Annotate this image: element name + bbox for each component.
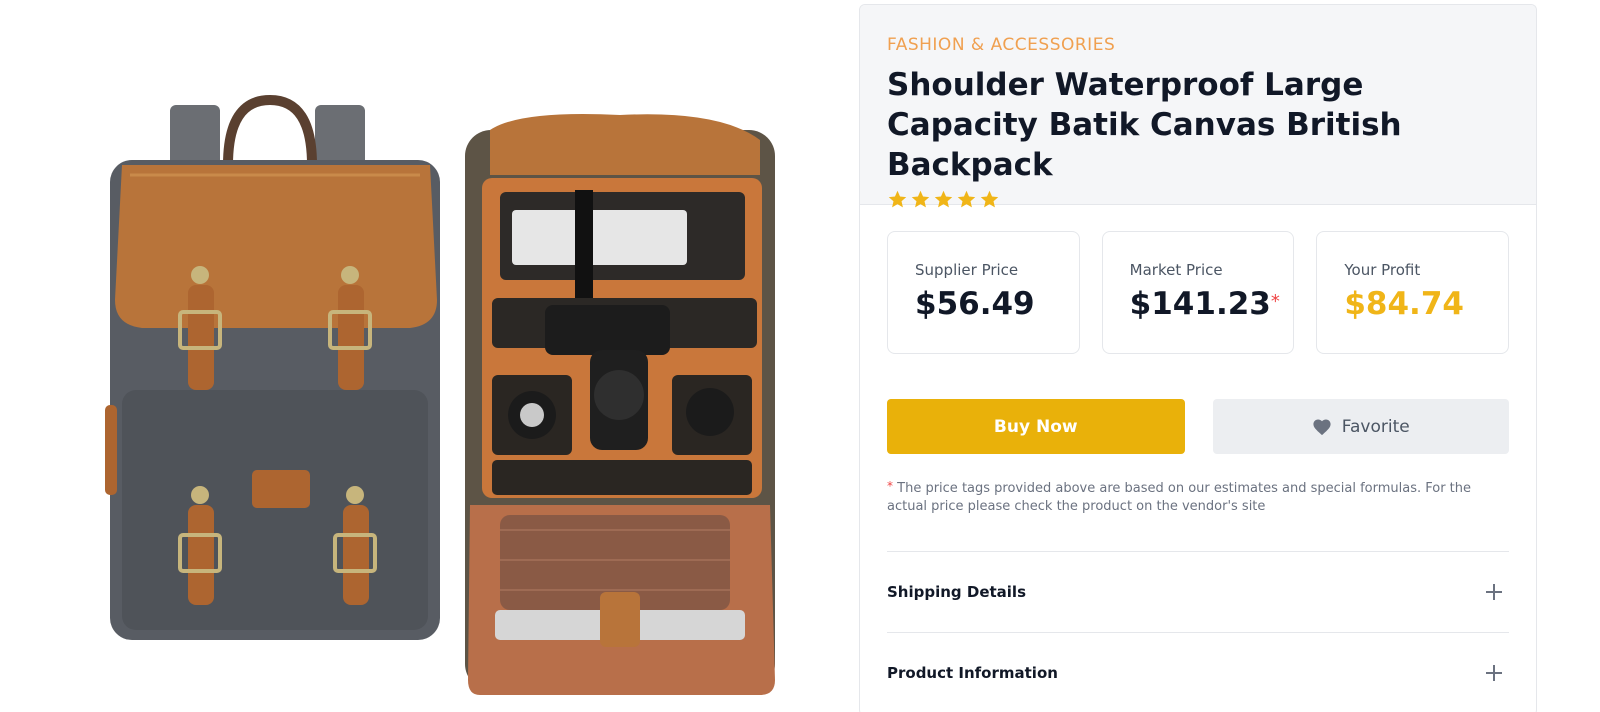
profit-card: Your Profit $84.74 bbox=[1316, 231, 1510, 354]
favorite-label: Favorite bbox=[1341, 416, 1410, 437]
heart-icon bbox=[1313, 418, 1331, 435]
disclaimer-text: The price tags provided above are based … bbox=[887, 481, 1472, 514]
plus-icon[interactable] bbox=[1485, 583, 1503, 601]
market-price-asterisk: * bbox=[1270, 291, 1280, 312]
star-icon bbox=[980, 190, 999, 208]
star-icon bbox=[911, 190, 930, 208]
backpack-illustration bbox=[105, 94, 775, 695]
product-page: FASHION & ACCESSORIES Shoulder Waterproo… bbox=[0, 0, 1600, 712]
star-icon bbox=[888, 190, 907, 208]
product-information-label: Product Information bbox=[887, 664, 1058, 682]
disclaimer-asterisk: * bbox=[887, 479, 893, 493]
profit-value: $84.74 bbox=[1344, 286, 1464, 322]
favorite-button[interactable]: Favorite bbox=[1212, 399, 1509, 454]
price-cards: Supplier Price $56.49 Market Price $141.… bbox=[860, 205, 1536, 354]
market-price-amount: $141.23 bbox=[1129, 286, 1271, 322]
product-header: FASHION & ACCESSORIES Shoulder Waterproo… bbox=[860, 5, 1536, 208]
product-category[interactable]: FASHION & ACCESSORIES bbox=[887, 35, 1509, 55]
profit-label: Your Profit bbox=[1344, 261, 1421, 279]
supplier-price-value: $56.49 bbox=[915, 286, 1035, 322]
accordion-product-information[interactable]: Product Information bbox=[887, 633, 1509, 712]
price-disclaimer: * The price tags provided above are base… bbox=[860, 454, 1500, 516]
accordion-shipping-details[interactable]: Shipping Details bbox=[887, 552, 1509, 633]
action-buttons: Buy Now Favorite bbox=[860, 354, 1536, 454]
plus-icon[interactable] bbox=[1485, 664, 1503, 682]
product-title: Shoulder Waterproof Large Capacity Batik… bbox=[887, 67, 1402, 183]
product-image bbox=[0, 0, 855, 712]
market-price-card: Market Price $141.23* bbox=[1101, 231, 1295, 354]
market-price-label: Market Price bbox=[1129, 261, 1223, 279]
detail-accordion: Shipping Details Product Information bbox=[887, 551, 1509, 712]
supplier-price-card: Supplier Price $56.49 bbox=[887, 231, 1080, 354]
shipping-details-label: Shipping Details bbox=[887, 583, 1027, 601]
buy-now-button[interactable]: Buy Now bbox=[887, 399, 1185, 454]
supplier-price-label: Supplier Price bbox=[915, 261, 1019, 279]
star-icon bbox=[957, 190, 976, 208]
market-price-value: $141.23* bbox=[1130, 285, 1294, 323]
star-icon bbox=[934, 190, 953, 208]
product-detail-panel: FASHION & ACCESSORIES Shoulder Waterproo… bbox=[859, 4, 1537, 712]
